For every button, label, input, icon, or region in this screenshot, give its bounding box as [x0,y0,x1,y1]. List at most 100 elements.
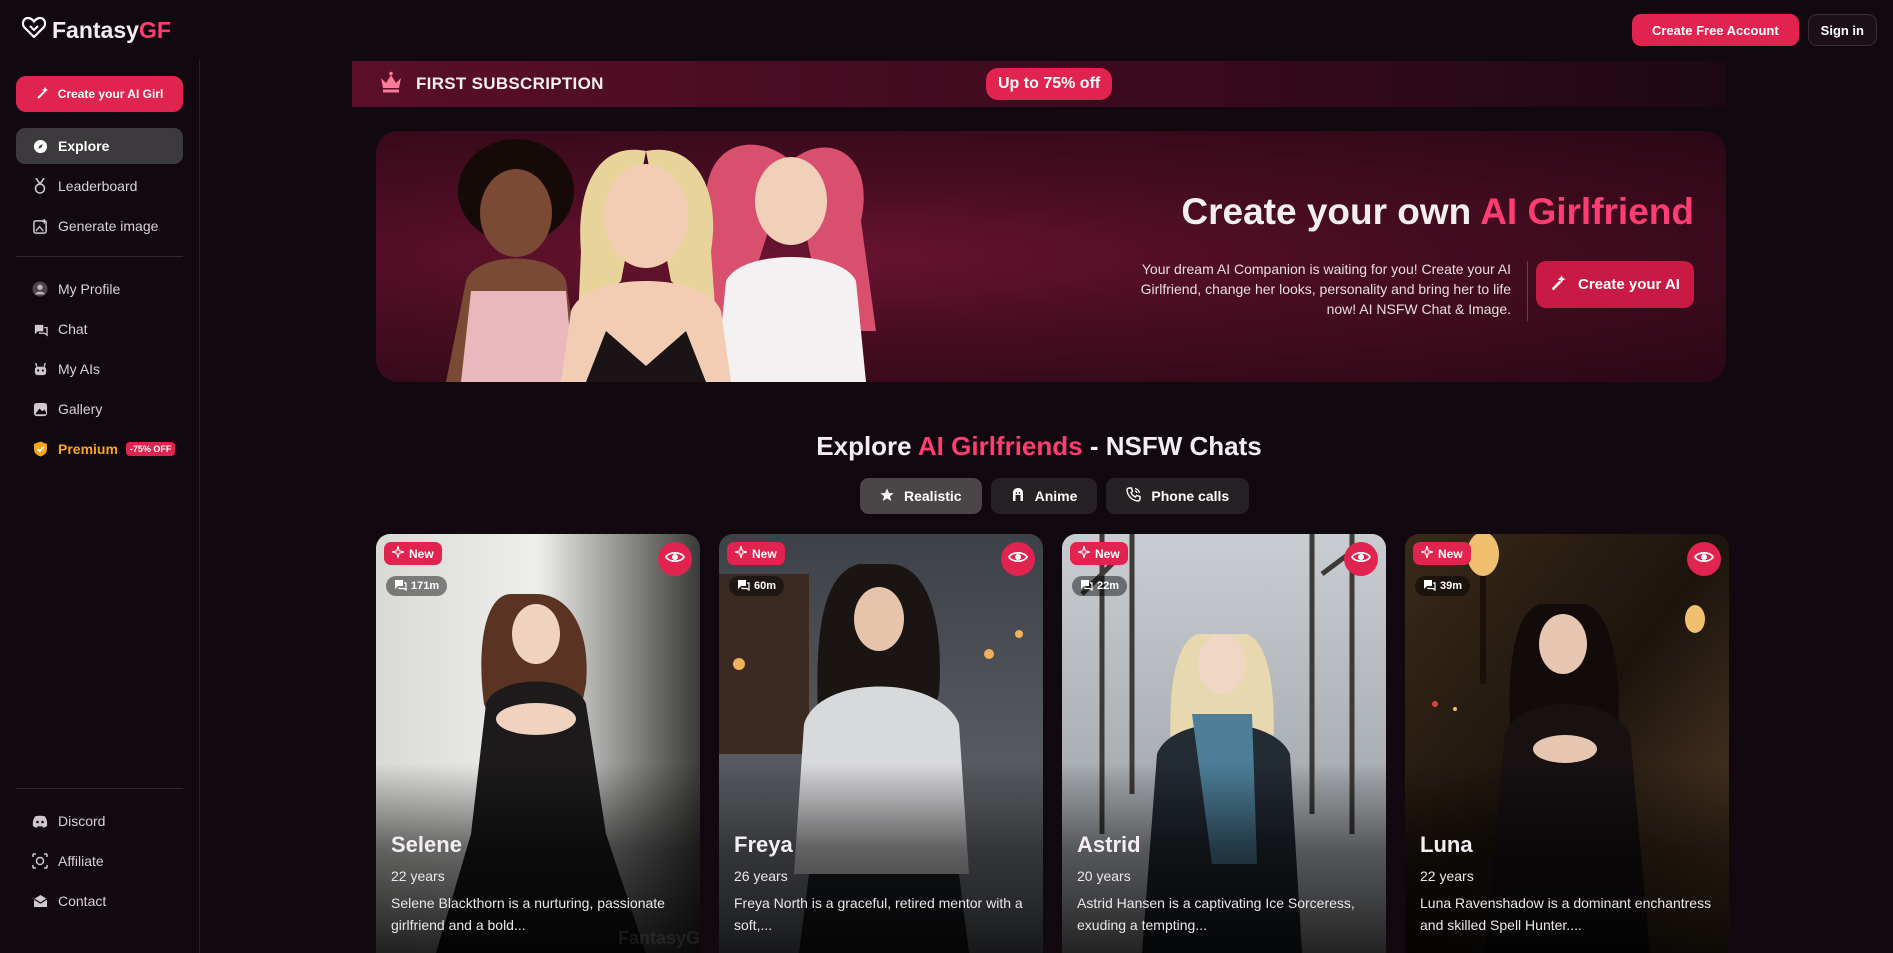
character-description: Astrid Hansen is a captivating Ice Sorce… [1077,895,1355,933]
top-bar: Fantasy GF Create Free Account Sign in [0,0,1893,60]
tab-phone-calls[interactable]: Phone calls [1106,478,1250,514]
affiliate-icon [32,853,48,869]
hero-girls-image [446,139,876,382]
sidebar-item-chat[interactable]: Chat [16,311,183,347]
view-button[interactable] [1687,542,1721,576]
chat-icon [32,321,48,337]
character-name: Luna [1420,832,1473,857]
explore-section-title: Explore AI Girlfriends - NSFW Chats [352,431,1726,462]
magic-wand-icon [36,86,50,103]
view-button[interactable] [658,542,692,576]
message-count: 171m [386,576,448,596]
promo-discount-badge: Up to 75% off [986,68,1113,100]
new-badge-label: New [1438,546,1463,561]
star-icon [880,488,894,505]
sparkle-icon [391,545,405,561]
sidebar-item-label: Contact [58,893,107,909]
tab-realistic[interactable]: Realistic [860,478,982,514]
create-free-account-button[interactable]: Create Free Account [1631,14,1799,46]
hero-banner: Create your own AI Girlfriend Your dream… [376,131,1726,382]
logo-accent-text: GF [138,16,171,43]
watermark: FantasyG [617,928,700,948]
gallery-icon [32,401,48,417]
eye-icon [1007,550,1029,569]
chat-icon [1080,579,1093,594]
bot-icon [32,361,48,377]
message-count: 60m [729,576,785,596]
premium-label: Premium [58,441,118,457]
tab-label: Anime [1034,488,1078,504]
message-count: 22m [1072,576,1128,596]
character-name: Freya [734,832,793,857]
medal-icon [32,178,48,194]
sidebar-item-premium[interactable]: Premium -75% OFF [16,431,183,467]
sidebar-item-explore[interactable]: Explore [16,128,183,164]
user-icon [32,281,48,297]
character-age: 22 years [391,868,445,884]
sidebar-divider [16,788,183,789]
explore-title-prefix: Explore [816,431,918,461]
character-card-luna[interactable]: New 39m Luna 22 years Luna Ravenshadow i… [1405,534,1729,953]
chat-icon [394,579,407,594]
new-badge: New [1413,542,1471,565]
view-button[interactable] [1344,542,1378,576]
sidebar-item-leaderboard[interactable]: Leaderboard [16,168,183,204]
logo-text: Fantasy [52,16,139,43]
view-button[interactable] [1001,542,1035,576]
create-ai-girl-label: Create your AI Girl [57,87,164,101]
sidebar-item-affiliate[interactable]: Affiliate [16,843,183,879]
main-nav: Explore Leaderboard Generate image My Pr… [16,128,183,467]
message-count-value: 171m [411,580,440,592]
hero-title-prefix: Create your own [1181,191,1481,232]
character-card-astrid[interactable]: New 22m Astrid 20 years Astrid Hansen is… [1062,534,1386,953]
sidebar-item-contact[interactable]: Contact [16,883,183,919]
character-card-selene[interactable]: New 171m Selene 22 years Selene Blacktho… [376,534,700,953]
hero-title-accent: AI Girlfriend [1480,191,1694,232]
character-cards: New 171m Selene 22 years Selene Blacktho… [376,534,1729,953]
sparkle-icon [1077,545,1091,561]
heart-logo-icon [21,16,47,44]
character-name: Selene [391,832,462,857]
sidebar-item-generate-image[interactable]: Generate image [16,208,183,244]
crown-icon [378,69,404,100]
mail-icon [32,893,48,909]
logo[interactable]: Fantasy GF [21,16,171,44]
character-age: 26 years [734,868,788,884]
new-badge-label: New [1095,546,1120,561]
hero-description: Your dream AI Companion is waiting for y… [1140,261,1511,317]
tab-label: Phone calls [1151,488,1230,504]
character-name: Astrid [1077,832,1141,857]
shield-icon [32,441,48,457]
sign-in-button[interactable]: Sign in [1807,14,1877,46]
sidebar: Create your AI Girl Explore Leaderboard … [0,60,200,953]
create-your-ai-button[interactable]: Create your AI [1536,261,1694,308]
character-age: 20 years [1077,868,1131,884]
sidebar-item-my-profile[interactable]: My Profile [16,271,183,307]
sidebar-item-label: Explore [58,138,110,154]
create-ai-girl-button[interactable]: Create your AI Girl [16,76,183,112]
compass-icon [32,138,48,154]
explore-title-suffix: - NSFW Chats [1082,431,1262,461]
anime-icon [1011,487,1025,505]
sidebar-item-gallery[interactable]: Gallery [16,391,183,427]
tab-anime[interactable]: Anime [990,478,1098,514]
character-description: Luna Ravenshadow is a dominant enchantre… [1420,895,1712,933]
discord-icon [32,813,48,829]
sidebar-item-label: Discord [58,813,106,829]
first-subscription-banner[interactable]: FIRST SUBSCRIPTION Up to 75% off [352,61,1726,107]
sidebar-item-discord[interactable]: Discord [16,803,183,839]
sidebar-item-label: My AIs [58,361,101,377]
character-card-freya[interactable]: New 60m Freya 26 years Freya North is a … [719,534,1043,953]
message-count-value: 39m [1440,580,1463,592]
sparkle-icon [734,545,748,561]
sparkle-icon [1420,545,1434,561]
image-plus-icon [32,218,48,234]
new-badge: New [384,542,442,565]
new-badge: New [727,542,785,565]
sidebar-item-my-ais[interactable]: My AIs [16,351,183,387]
sidebar-bottom-nav: Discord Affiliate Contact [16,788,183,923]
hero-divider [1527,261,1528,321]
character-age: 22 years [1420,868,1474,884]
sidebar-item-label: Generate image [58,218,159,234]
sidebar-item-label: Affiliate [58,853,104,869]
